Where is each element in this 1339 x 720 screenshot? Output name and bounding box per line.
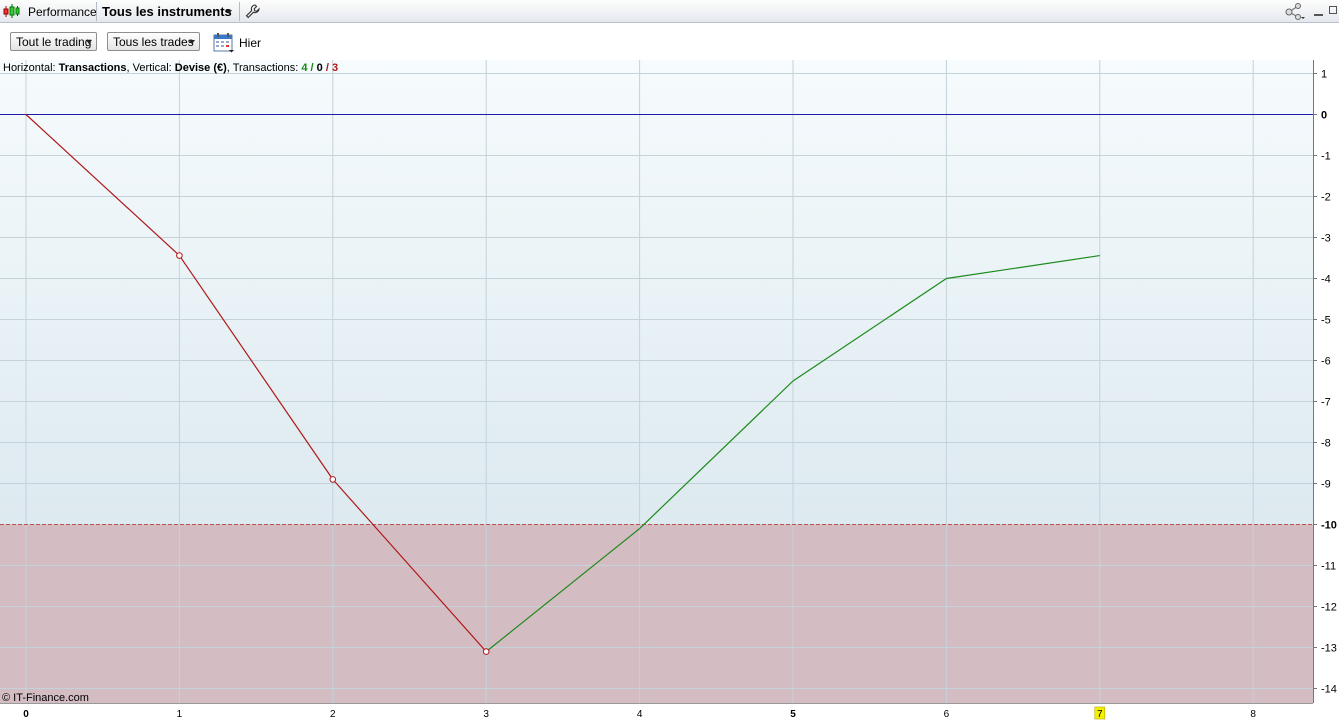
trades-select[interactable]: Tous les trades	[107, 32, 200, 51]
vertical-value: Devise (€)	[174, 62, 227, 74]
loss-zone	[0, 524, 1313, 703]
y-tick-label: -5	[1321, 315, 1331, 327]
x-tick-label: 2	[330, 709, 336, 720]
x-tick-label: 7	[1097, 709, 1103, 720]
date-label[interactable]: Hier	[239, 36, 261, 50]
y-tick-label: -10	[1321, 520, 1337, 532]
chevron-down-icon	[86, 40, 92, 44]
trades-select-label: Tous les trades	[113, 35, 194, 49]
y-tick-label: -3	[1321, 233, 1331, 245]
chevron-down-icon[interactable]	[226, 10, 232, 14]
instrument-selector[interactable]: Tous les instruments	[102, 4, 232, 19]
x-tick-label: 4	[637, 709, 643, 720]
y-tick-label: -4	[1321, 274, 1331, 286]
data-point[interactable]	[329, 476, 337, 483]
window-titlebar: Performance Tous les instruments	[0, 0, 1339, 23]
minimize-icon[interactable]	[1314, 14, 1323, 16]
x-tick-label: 6	[944, 709, 950, 720]
share-icon[interactable]	[1285, 3, 1305, 21]
performance-chart: 1 0 -1 -2 -3 -4 -5 -6 -7 -8 -9 -10 -11 -12 -13 -14 0 1 2 3 4…	[0, 60, 1337, 720]
transactions-prefix: , Transactions:	[226, 62, 302, 74]
titlebar-divider	[239, 2, 240, 21]
count-separator: /	[307, 62, 317, 74]
count-separator: /	[322, 62, 332, 74]
y-tick-label: -6	[1321, 356, 1331, 368]
window-title: Performance	[28, 5, 97, 19]
x-tick-label: 8	[1250, 709, 1256, 720]
y-tick-label: -9	[1321, 479, 1331, 491]
filter-toolbar: Tout le trading Tous les trades Hier	[0, 23, 1339, 60]
y-tick-label: 1	[1321, 69, 1327, 81]
y-tick-label: -12	[1321, 602, 1337, 614]
x-tick-label: 0	[23, 709, 29, 720]
y-tick-label: -11	[1321, 561, 1336, 573]
candlestick-icon	[3, 4, 20, 18]
titlebar-divider	[96, 2, 97, 21]
horizontal-prefix: Horizontal:	[3, 62, 59, 74]
copyright-label: © IT-Finance.com	[2, 692, 89, 704]
y-tick-label: -7	[1321, 397, 1331, 409]
restore-icon[interactable]	[1329, 6, 1337, 14]
chart-header: Horizontal: Transactions, Vertical: Devi…	[3, 62, 338, 74]
trading-select[interactable]: Tout le trading	[10, 32, 97, 51]
x-tick-label: 5	[790, 709, 796, 720]
losing-count: 3	[331, 62, 339, 74]
y-tick-label: -8	[1321, 438, 1331, 450]
trading-select-label: Tout le trading	[16, 35, 92, 49]
wrench-icon[interactable]	[245, 4, 260, 19]
y-tick-label: -13	[1321, 643, 1337, 655]
calendar-icon[interactable]	[213, 32, 235, 54]
y-tick-label: -2	[1321, 192, 1331, 204]
data-point[interactable]	[176, 252, 183, 259]
x-tick-label: 3	[483, 709, 489, 720]
y-tick-label: 0	[1321, 110, 1327, 122]
vertical-prefix: , Vertical:	[126, 62, 175, 74]
y-tick-label: -1	[1321, 151, 1331, 163]
horizontal-value: Transactions	[58, 62, 127, 74]
y-tick-label: -14	[1321, 684, 1337, 696]
chevron-down-icon	[189, 40, 195, 44]
x-tick-label: 1	[177, 709, 183, 720]
data-point[interactable]	[482, 648, 490, 655]
